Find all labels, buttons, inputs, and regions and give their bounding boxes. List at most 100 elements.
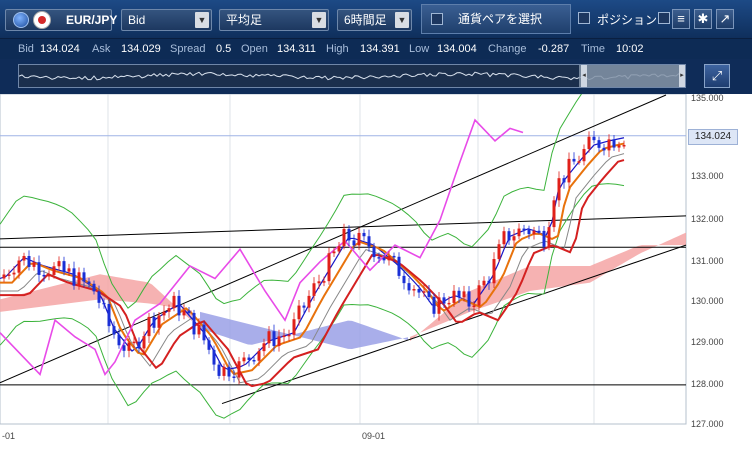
candle-body bbox=[457, 290, 461, 298]
candle-body bbox=[252, 359, 256, 362]
time-value: 10:02 bbox=[616, 43, 644, 55]
chevron-down-icon: ▼ bbox=[195, 12, 209, 28]
fit-range-button[interactable]: ⤢ bbox=[704, 64, 730, 88]
candle-body bbox=[42, 274, 46, 277]
y-axis-label: 133.000 bbox=[691, 171, 724, 181]
candle-body bbox=[312, 283, 316, 296]
candle-body bbox=[357, 232, 361, 246]
chevron-down-icon: ▼ bbox=[395, 12, 409, 28]
candle-body bbox=[342, 228, 346, 247]
candle-body bbox=[602, 147, 606, 151]
select-pair-checkbox[interactable] bbox=[431, 13, 443, 25]
candle-body bbox=[2, 274, 6, 279]
price-type-select[interactable]: Bid ▼ bbox=[121, 9, 212, 31]
candle-body bbox=[477, 285, 481, 306]
popout-icon[interactable]: ↗ bbox=[716, 9, 734, 29]
candle-body bbox=[347, 228, 351, 241]
candle-body bbox=[262, 343, 266, 352]
bid-value: 134.024 bbox=[40, 43, 80, 55]
y-axis-label: 131.000 bbox=[691, 256, 724, 266]
candle-body bbox=[292, 319, 296, 335]
candle-body bbox=[587, 136, 591, 149]
candle-body bbox=[257, 351, 261, 361]
globe-icon bbox=[13, 12, 29, 28]
candle-body bbox=[517, 228, 521, 237]
candle-body bbox=[297, 305, 301, 320]
chart-type-value: 平均足 bbox=[226, 13, 263, 27]
pair-label: EUR/JPY bbox=[66, 13, 118, 27]
candle-body bbox=[327, 253, 331, 282]
currency-pair-selector[interactable]: EUR/JPY bbox=[5, 9, 117, 31]
candle-body bbox=[307, 295, 311, 308]
chevron-down-icon: ▼ bbox=[312, 12, 326, 28]
candle-body bbox=[117, 334, 121, 346]
timeframe-select[interactable]: 6時間足 ▼ bbox=[337, 9, 412, 31]
candle-body bbox=[537, 230, 541, 233]
candle-body bbox=[437, 297, 441, 314]
candle-body bbox=[402, 275, 406, 284]
candle-body bbox=[382, 257, 386, 261]
navigator-left-handle[interactable]: ◂ bbox=[581, 65, 587, 87]
select-pair-button[interactable]: 通貨ペアを選択 bbox=[421, 4, 571, 34]
position-label: ポジション bbox=[597, 13, 658, 27]
candle-body bbox=[337, 246, 341, 252]
navigator-right-handle[interactable]: ▸ bbox=[679, 65, 685, 87]
chart-type-select[interactable]: 平均足 ▼ bbox=[219, 9, 329, 31]
y-axis-label: 135.000 bbox=[691, 93, 724, 103]
candle-body bbox=[232, 376, 236, 378]
candle-body bbox=[612, 139, 616, 148]
candle-body bbox=[577, 161, 581, 163]
candle-body bbox=[462, 291, 466, 298]
candle-body bbox=[572, 158, 576, 162]
candle-body bbox=[287, 334, 291, 337]
candle-body bbox=[22, 256, 26, 261]
candle-body bbox=[97, 291, 101, 303]
price-type-value: Bid bbox=[128, 13, 146, 27]
candle-body bbox=[72, 268, 76, 286]
candle-body bbox=[267, 331, 271, 344]
y-axis-label: 130.000 bbox=[691, 296, 724, 306]
candle-body bbox=[62, 261, 66, 272]
candle-body bbox=[207, 340, 211, 350]
candle-body bbox=[407, 283, 411, 291]
candle-body bbox=[32, 262, 36, 267]
spread-value: 0.5 bbox=[216, 43, 232, 55]
navigator-range-window[interactable] bbox=[579, 65, 685, 87]
candle-body bbox=[317, 281, 321, 284]
chart-navigator[interactable]: ◂ ▸ bbox=[18, 64, 686, 88]
candle-body bbox=[282, 335, 286, 338]
candle-body bbox=[192, 312, 196, 335]
candle-body bbox=[392, 255, 396, 258]
candle-body bbox=[102, 302, 106, 305]
change-value: -0.287 bbox=[538, 43, 570, 55]
y-axis-label: 128.000 bbox=[691, 379, 724, 389]
candle-body bbox=[132, 341, 136, 344]
candle-body bbox=[217, 364, 221, 376]
candle-body bbox=[172, 295, 176, 309]
candle-body bbox=[322, 281, 326, 283]
candle-body bbox=[127, 342, 131, 351]
candle-body bbox=[182, 310, 186, 316]
candle-body bbox=[177, 295, 181, 316]
candle-body bbox=[467, 291, 471, 307]
candle-body bbox=[227, 366, 231, 377]
candle-body bbox=[52, 266, 56, 275]
candle-body bbox=[622, 144, 626, 147]
price-chart[interactable]: 134.024 135.000 133.000 132.000 131.000 … bbox=[0, 93, 752, 460]
candle-body bbox=[162, 311, 166, 316]
candle-body bbox=[432, 296, 436, 314]
candle-body bbox=[367, 236, 371, 247]
candle-body bbox=[92, 283, 96, 292]
candle-body bbox=[212, 349, 216, 365]
timeframe-value: 6時間足 bbox=[344, 13, 387, 27]
candle-body bbox=[597, 140, 601, 148]
candle-body bbox=[332, 251, 336, 254]
candle-body bbox=[617, 145, 621, 148]
position-checkbox[interactable] bbox=[578, 12, 590, 24]
y-axis-label: 132.000 bbox=[691, 214, 724, 224]
extra-checkbox[interactable] bbox=[658, 12, 670, 24]
candle-body bbox=[442, 297, 446, 304]
candle-body bbox=[557, 178, 561, 201]
list-icon[interactable]: ≡ bbox=[672, 9, 690, 29]
gear-icon[interactable]: ✱ bbox=[694, 9, 712, 29]
